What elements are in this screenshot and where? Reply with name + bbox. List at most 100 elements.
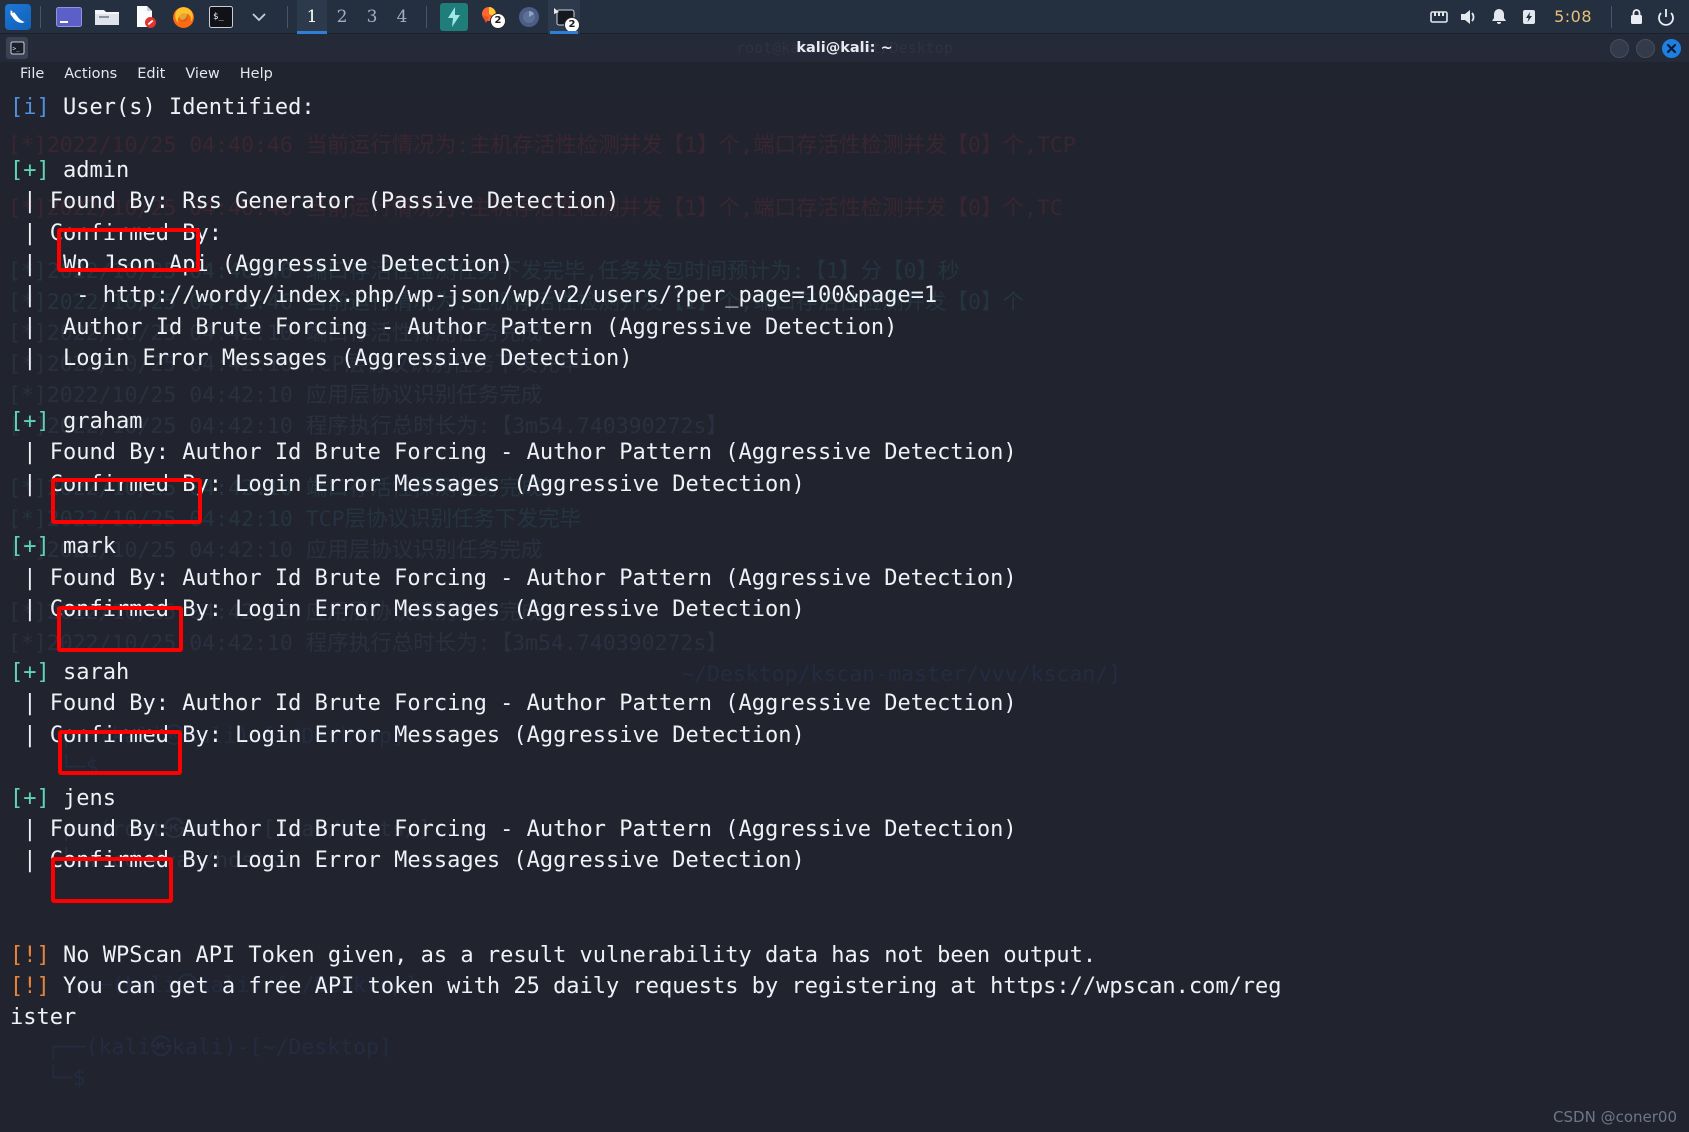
terminal-line: | Found By: Author Id Brute Forcing - Au… [10,688,1689,719]
menu-actions[interactable]: Actions [56,64,125,84]
flash-app-icon[interactable] [440,2,468,31]
menu-file[interactable]: File [12,64,52,84]
lock-icon[interactable] [1621,0,1651,34]
line-text: User(s) Identified: [49,95,315,120]
terminal-line: | Wp Json Api (Aggressive Detection) [10,249,1689,280]
line-text: Found By: Rss Generator (Passive Detecti… [49,189,620,215]
bell-glyph [1492,8,1507,24]
burpsuite-app-icon[interactable]: 2 [476,4,506,30]
taskbar-separator [40,5,41,28]
window-titlebar[interactable]: >_ root@kali: /root/Desktop kali@kali: ~ [0,34,1689,62]
line-text: - http://wordy/index.php/wp-json/wp/v2/u… [76,283,938,309]
terminal-app-icon[interactable]: 2 [548,0,580,34]
taskbar-left: $_ 1 2 3 4 2 2 [0,0,580,34]
line-text: admin [49,157,130,183]
terminal-line: [+] mark [10,531,1689,562]
terminal-line: | Found By: Rss Generator (Passive Detec… [10,186,1689,217]
line-tag: [+] [10,157,50,183]
browser-app-icon[interactable] [514,4,544,30]
volume-glyph [1461,9,1475,24]
terminal-line: | Login Error Messages (Aggressive Detec… [10,343,1689,374]
terminal-line: [+] graham [10,406,1689,437]
menubar: File Actions Edit View Help [0,62,1689,86]
terminal-window-icon: >_ [6,37,28,59]
workspace-3[interactable]: 3 [357,0,387,34]
terminal-line: [+] sarah [10,657,1689,688]
taskbar-separator-4 [1611,5,1612,28]
line-text: Found By: Author Id Brute Forcing - Auth… [49,691,1017,717]
line-tag: | [10,565,50,591]
line-text: Confirmed By: [49,220,222,246]
line-tag: | [10,597,50,623]
terminal-line: [+] jens [10,783,1689,814]
terminal-line: [i] User(s) Identified: [10,92,1689,123]
line-tag: | [10,189,50,215]
terminal-icon[interactable]: $_ [206,4,236,30]
workspace-1[interactable]: 1 [297,0,327,34]
line-tag: [+] [10,785,50,811]
line-text: Wp Json Api (Aggressive Detection) [62,251,514,277]
taskbar-separator-2 [287,5,288,28]
terminal-emulator-icon[interactable] [54,4,84,30]
line-text: You can get a free API token with 25 dai… [49,973,1282,999]
notifications-bell-icon[interactable] [1484,0,1514,34]
volume-icon[interactable] [1454,0,1484,34]
terminal-output-area[interactable]: [*]2022/10/25 04:40:46 当前运行情况为:主机存活性检测并发… [0,86,1689,1132]
line-tag: [!] [10,942,50,968]
line-text: mark [49,534,116,560]
svg-text:>_: >_ [12,46,20,53]
line-text: Confirmed By: Login Error Messages (Aggr… [49,471,805,497]
minimize-button[interactable] [1610,38,1629,58]
burpsuite-badge: 2 [490,12,506,29]
menu-help[interactable]: Help [232,64,281,84]
kali-dragon-icon[interactable] [5,3,31,30]
terminal-line: | Confirmed By: [10,218,1689,249]
line-tag: [i] [10,95,50,120]
maximize-button[interactable] [1636,38,1655,58]
terminal-window-glyph: >_ [10,41,24,55]
line-tag: | [10,848,50,874]
browser-glyph [519,6,539,27]
terminal-line: | Confirmed By: Login Error Messages (Ag… [10,594,1689,625]
menu-edit[interactable]: Edit [129,64,173,84]
window-title-ghost: root@kali: /root/Desktop [736,39,953,57]
terminal-line: ister [10,1002,1689,1033]
battery-icon[interactable] [1514,0,1544,34]
power-logout-icon[interactable] [1651,0,1681,34]
network-icon[interactable] [1424,0,1454,34]
terminal-line: | - http://wordy/index.php/wp-json/wp/v2… [10,280,1689,311]
line-text: jens [49,785,116,811]
watermark: CSDN @coner00 [1553,1108,1677,1126]
terminal-line: [+] admin [10,155,1689,186]
svg-text:$_: $_ [213,12,224,22]
text-editor-glyph [137,5,156,28]
line-tag: | [10,251,63,277]
line-tag: | [10,314,63,340]
terminal-line: [!] You can get a free API token with 25… [10,971,1689,1002]
taskbar-clock[interactable]: 5:08 [1544,7,1602,26]
menu-view[interactable]: View [177,64,227,84]
line-text: Found By: Author Id Brute Forcing - Auth… [49,440,1017,466]
terminal-line: | Found By: Author Id Brute Forcing - Au… [10,814,1689,845]
terminal-text: [i] User(s) Identified: [+] admin | Found… [0,86,1689,1132]
firefox-icon[interactable] [168,4,198,30]
line-text: Author Id Brute Forcing - Author Pattern… [62,314,898,340]
line-text: graham [49,408,143,434]
file-manager-icon[interactable] [92,4,122,30]
chevron-down-icon[interactable] [244,4,274,30]
terminal-emulator-glyph [56,6,82,27]
text-editor-icon[interactable] [130,4,160,30]
workspace-2[interactable]: 2 [327,0,357,34]
line-tag: | [10,722,50,748]
workspace-4[interactable]: 4 [387,0,417,34]
line-tag: [+] [10,660,50,686]
close-button[interactable] [1662,38,1681,58]
lock-glyph [1630,8,1642,24]
terminal-window: >_ root@kali: /root/Desktop kali@kali: ~… [0,34,1689,1132]
close-icon [1666,43,1677,53]
chevron-down-glyph [252,12,266,21]
